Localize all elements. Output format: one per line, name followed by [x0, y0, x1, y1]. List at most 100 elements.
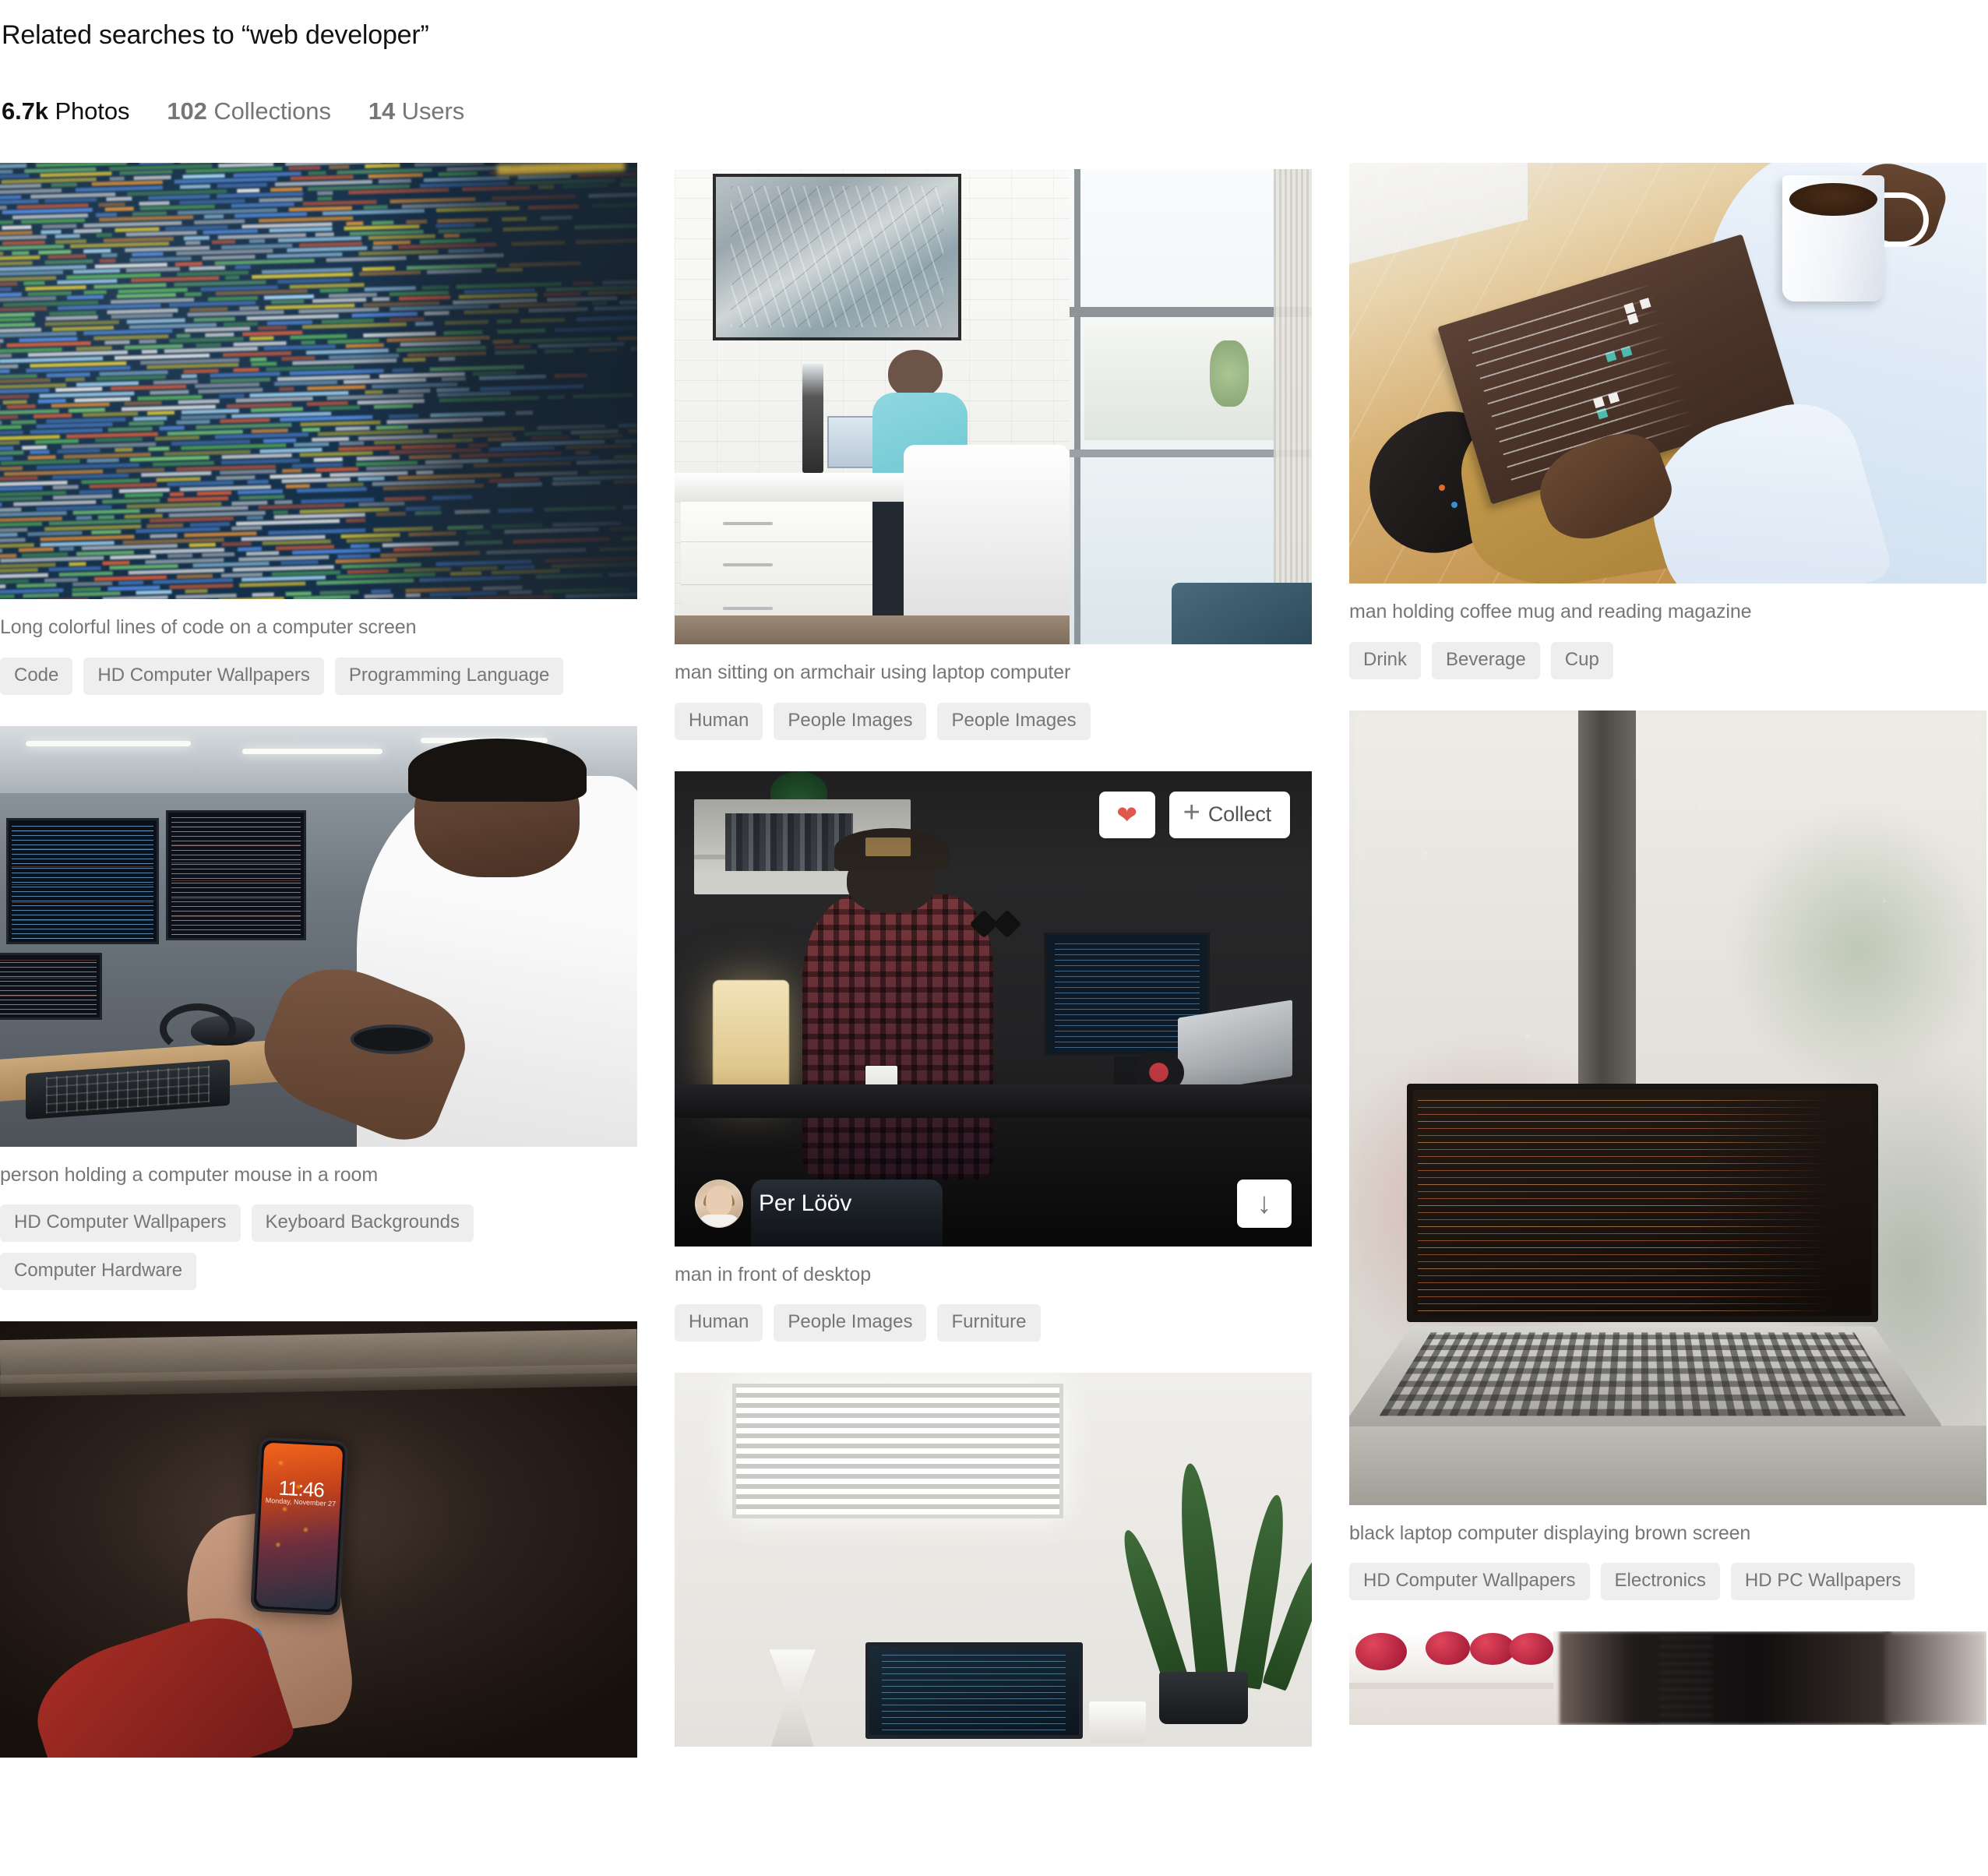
author-link[interactable]: Per Lööv [695, 1180, 851, 1228]
photos-count: 6.7k [2, 97, 48, 125]
tag-chip[interactable]: Keyboard Backgrounds [252, 1204, 474, 1242]
photo-footer-overlay: Per Lööv ↓ [695, 1180, 1292, 1228]
coffee-mug [1782, 175, 1884, 302]
tag-chip[interactable]: Code [0, 658, 72, 695]
photo-caption: man sitting on armchair using laptop com… [675, 660, 1312, 686]
collections-count: 102 [167, 97, 206, 125]
photo-tags: Human People Images People Images [675, 703, 1312, 740]
screen-glare [0, 163, 637, 599]
tab-users[interactable]: 14 Users [368, 97, 464, 125]
photo-art-man-at-desk [675, 771, 1312, 1247]
photo-thumbnail[interactable] [1349, 1631, 1986, 1725]
users-label: Users [402, 97, 464, 125]
tag-chip[interactable]: People Images [774, 703, 926, 740]
photo-thumbnail[interactable] [1349, 163, 1986, 584]
photo-thumbnail[interactable] [675, 1373, 1312, 1747]
tag-chip[interactable]: HD Computer Wallpapers [0, 1204, 241, 1242]
floor [675, 615, 1070, 644]
author-name: Per Lööv [759, 1190, 851, 1217]
wall-art [713, 174, 961, 340]
chemex-coffee-maker [751, 1649, 834, 1747]
monitor [6, 818, 159, 944]
tag-chip[interactable]: Computer Hardware [0, 1253, 196, 1290]
smartphone: 11:46 Monday, November 27 [250, 1437, 348, 1616]
laptop-screen [1407, 1084, 1878, 1322]
phone-screen: 11:46 Monday, November 27 [256, 1443, 343, 1610]
collections-label: Collections [213, 97, 331, 125]
grid-column-2: man sitting on armchair using laptop com… [675, 163, 1312, 1778]
search-results-page: Related searches to “web developer” 6.7k… [0, 0, 1988, 1789]
tag-chip[interactable]: People Images [937, 703, 1090, 740]
photo-thumbnail[interactable]: ❤ + Collect Per Lööv ↓ [675, 771, 1312, 1247]
tag-chip[interactable]: Human [675, 703, 763, 740]
photo-card[interactable] [675, 1373, 1312, 1747]
users-count: 14 [368, 97, 395, 125]
tag-chip[interactable]: Programming Language [335, 658, 564, 695]
photo-actions: ❤ + Collect [1099, 792, 1290, 838]
curtain [1274, 169, 1312, 644]
collect-label: Collect [1208, 802, 1271, 827]
photo-caption: Long colorful lines of code on a compute… [0, 615, 637, 640]
tab-photos[interactable]: 6.7k Photos [2, 97, 129, 125]
photo-card[interactable]: black laptop computer displaying brown s… [1349, 711, 1986, 1601]
tag-chip[interactable]: Drink [1349, 642, 1421, 679]
photo-art-coffee-magazine [1349, 163, 1986, 584]
person-hair [408, 739, 587, 802]
tag-chip[interactable]: HD Computer Wallpapers [83, 658, 324, 695]
tag-chip[interactable]: People Images [774, 1304, 926, 1342]
coffee [1789, 183, 1877, 216]
photo-thumbnail[interactable] [1349, 711, 1986, 1505]
page-header: Related searches to “web developer” 6.7k… [0, 0, 1988, 125]
tag-chip[interactable]: Cup [1551, 642, 1613, 679]
photo-caption: man holding coffee mug and reading magaz… [1349, 599, 1986, 625]
photo-art-code-screen [0, 163, 637, 599]
tab-collections[interactable]: 102 Collections [167, 97, 330, 125]
tag-chip[interactable]: Beverage [1432, 642, 1540, 679]
photo-art-classroom [0, 726, 637, 1147]
photo-card[interactable]: person holding a computer mouse in a roo… [0, 726, 637, 1291]
photo-card[interactable]: Long colorful lines of code on a compute… [0, 163, 637, 695]
photo-caption: person holding a computer mouse in a roo… [0, 1162, 637, 1188]
photo-caption: man in front of desktop [675, 1262, 1312, 1288]
photo-tags: HD Computer Wallpapers Keyboard Backgrou… [0, 1204, 637, 1290]
download-arrow-icon: ↓ [1257, 1189, 1272, 1218]
dark-object [1560, 1631, 1891, 1725]
plant-pot [1159, 1672, 1249, 1724]
photo-card[interactable] [1349, 1631, 1986, 1725]
photo-thumbnail[interactable] [675, 169, 1312, 644]
like-button[interactable]: ❤ [1099, 792, 1155, 838]
ottoman [1172, 583, 1312, 644]
tag-chip[interactable]: Human [675, 1304, 763, 1342]
photo-art-laptop-rainy-window [1349, 711, 1986, 1505]
tag-chip[interactable]: HD Computer Wallpapers [1349, 1563, 1590, 1600]
download-button[interactable]: ↓ [1237, 1180, 1292, 1228]
collect-button[interactable]: + Collect [1169, 792, 1290, 838]
result-type-tabs: 6.7k Photos 102 Collections 14 Users [0, 97, 1988, 125]
photo-thumbnail[interactable]: 11:46 Monday, November 27 [0, 1321, 637, 1758]
wristwatch [351, 1024, 433, 1054]
monitor [166, 810, 306, 940]
photo-tags: Code HD Computer Wallpapers Programming … [0, 658, 637, 695]
tag-chip[interactable]: Furniture [937, 1304, 1040, 1342]
photo-thumbnail[interactable] [0, 726, 637, 1147]
plus-icon: + [1183, 801, 1200, 824]
hover-scrim [675, 771, 1312, 1247]
laptop [865, 1642, 1082, 1740]
tag-chip[interactable]: Electronics [1601, 1563, 1720, 1600]
blurred-edge [1884, 1631, 1986, 1725]
photo-art-desk-with-blinds [675, 1373, 1312, 1747]
photo-thumbnail[interactable] [0, 163, 637, 599]
avatar[interactable] [695, 1180, 743, 1228]
person-head [888, 350, 943, 397]
photo-card[interactable]: man holding coffee mug and reading magaz… [1349, 163, 1986, 679]
window-blinds [732, 1384, 1063, 1518]
photo-tags: HD Computer Wallpapers Electronics HD PC… [1349, 1563, 1986, 1600]
headphones [160, 1003, 236, 1054]
tag-chip[interactable]: HD PC Wallpapers [1731, 1563, 1916, 1600]
heart-icon: ❤ [1116, 802, 1137, 827]
photo-card-hovered[interactable]: ❤ + Collect Per Lööv ↓ man in front of d… [675, 771, 1312, 1342]
office-chair [904, 445, 1070, 635]
photo-card[interactable]: 11:46 Monday, November 27 [0, 1321, 637, 1758]
mug [1089, 1701, 1147, 1743]
photo-card[interactable]: man sitting on armchair using laptop com… [675, 169, 1312, 740]
